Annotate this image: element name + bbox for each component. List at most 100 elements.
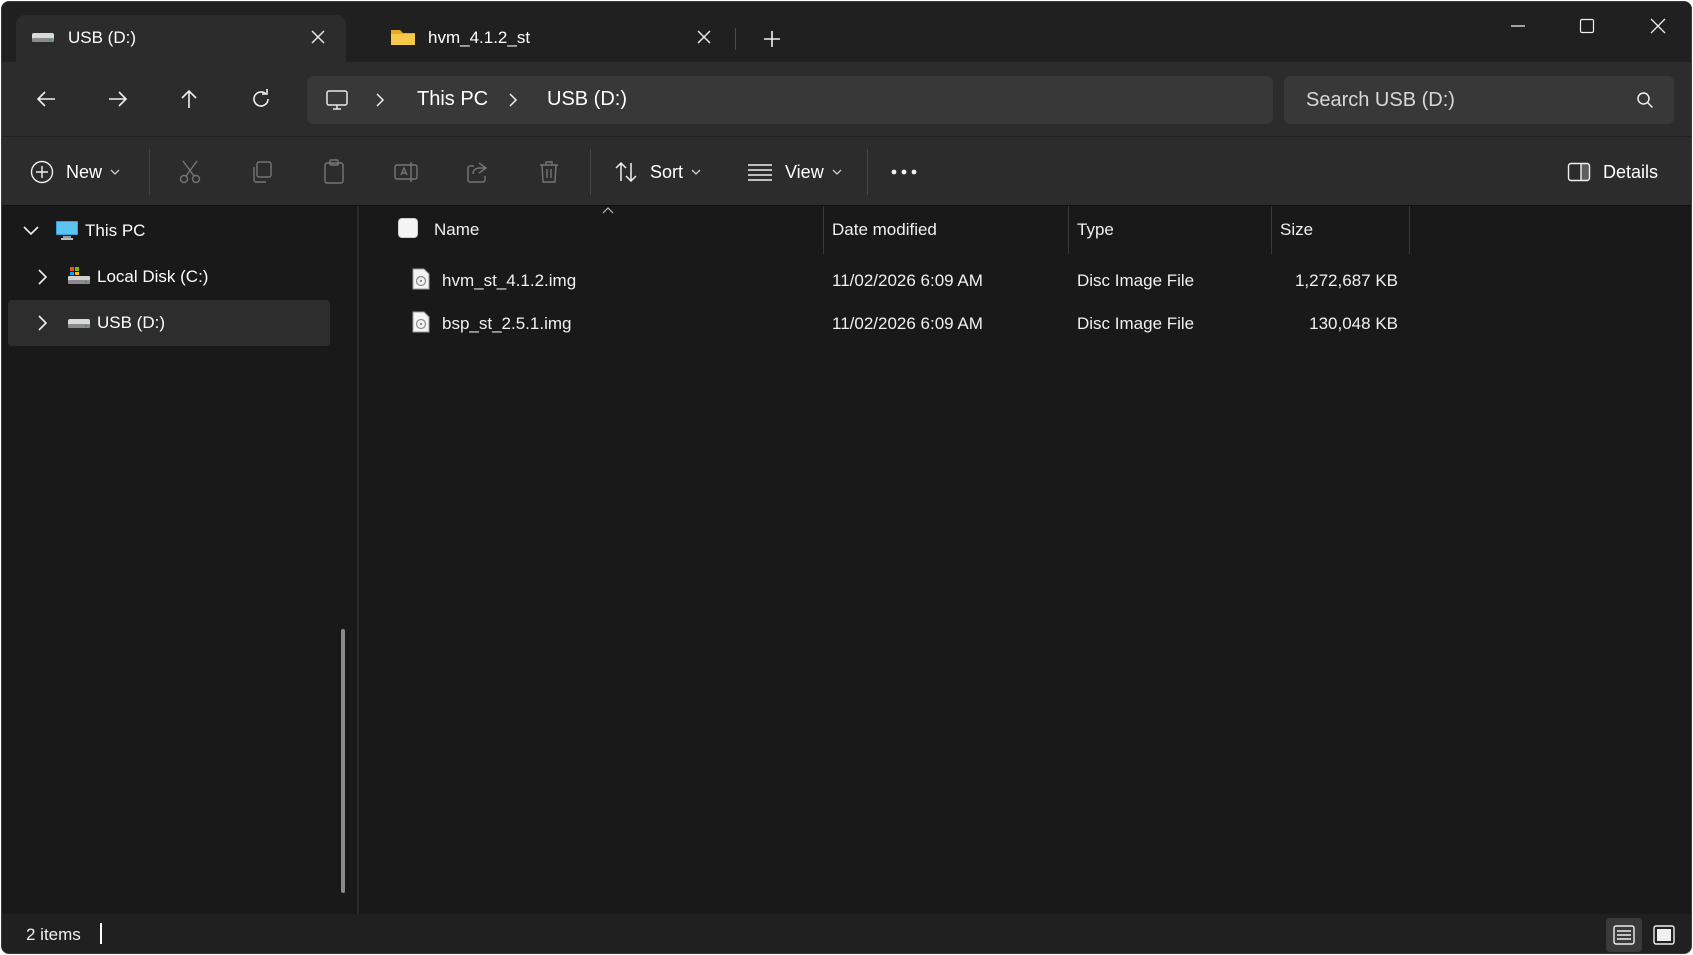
sort-label: Sort xyxy=(650,161,684,182)
arrow-left-icon xyxy=(36,91,55,107)
minimize-icon xyxy=(1511,25,1525,27)
trash-icon xyxy=(540,161,558,183)
column-header-label: Name xyxy=(434,220,480,239)
large-icons-view-button[interactable] xyxy=(1646,918,1682,952)
text-cursor xyxy=(100,923,102,944)
minimize-button[interactable] xyxy=(1489,8,1547,44)
tab-label: hvm_4.1.2_st xyxy=(428,28,531,47)
file-type: Disc Image File xyxy=(1077,314,1195,333)
maximize-button[interactable] xyxy=(1558,8,1616,44)
chevron-right-icon[interactable] xyxy=(34,268,52,286)
file-date: 11/02/2026 6:09 AM xyxy=(832,271,983,290)
chevron-down-icon xyxy=(832,169,842,175)
back-button[interactable] xyxy=(26,79,66,119)
details-label: Details xyxy=(1603,161,1659,182)
sidebar-item-usb-drive[interactable]: USB (D:) xyxy=(8,300,330,346)
chevron-down-icon xyxy=(691,169,701,175)
address-row: This PC USB (D:) xyxy=(2,62,1691,136)
file-date: 11/02/2026 6:09 AM xyxy=(832,314,983,333)
file-type: Disc Image File xyxy=(1077,271,1195,290)
column-header-date[interactable]: Date modified xyxy=(824,206,1068,254)
maximize-icon xyxy=(1579,18,1595,34)
disc-image-file-icon xyxy=(412,268,430,295)
ellipsis-icon xyxy=(891,169,917,175)
search-input[interactable] xyxy=(1306,76,1626,124)
sidebar-item-label: This PC xyxy=(85,221,146,240)
new-label: New xyxy=(66,161,103,182)
column-header-label: Size xyxy=(1280,220,1314,239)
new-tab-button[interactable] xyxy=(755,24,789,54)
chevron-down-icon[interactable] xyxy=(22,222,40,240)
delete-button[interactable] xyxy=(538,152,560,192)
sidebar-item-local-disk[interactable]: Local Disk (C:) xyxy=(8,254,330,300)
details-pane-button[interactable]: Details xyxy=(1567,152,1658,192)
tab-label: USB (D:) xyxy=(68,28,136,47)
chevron-right-icon[interactable] xyxy=(34,314,52,332)
more-options-button[interactable] xyxy=(890,152,918,192)
close-tab-icon[interactable] xyxy=(691,24,717,50)
sidebar-item-label: Local Disk (C:) xyxy=(97,267,209,286)
column-header-type[interactable]: Type xyxy=(1069,206,1271,254)
details-pane-icon xyxy=(1567,162,1591,182)
plus-circle-icon xyxy=(30,160,54,184)
refresh-button[interactable] xyxy=(241,79,281,119)
address-bar[interactable]: This PC USB (D:) xyxy=(307,76,1273,124)
item-count: 2 items xyxy=(26,925,81,944)
arrow-up-icon xyxy=(181,89,197,108)
monitor-icon xyxy=(325,88,349,117)
file-name: bsp_st_2.5.1.img xyxy=(442,314,572,333)
refresh-icon xyxy=(253,89,269,107)
copy-button[interactable] xyxy=(250,152,274,192)
close-tab-icon[interactable] xyxy=(305,24,331,50)
pane-splitter[interactable] xyxy=(357,206,359,914)
column-divider[interactable] xyxy=(1409,206,1410,254)
column-header-name[interactable]: Name xyxy=(360,206,823,254)
column-header-label: Date modified xyxy=(832,220,937,239)
search-icon[interactable] xyxy=(1636,91,1654,114)
file-size: 1,272,687 KB xyxy=(1294,271,1398,290)
toolbar-divider xyxy=(590,149,591,195)
breadcrumb-this-pc[interactable]: This PC xyxy=(417,88,488,111)
sort-button[interactable]: Sort xyxy=(614,152,701,192)
close-icon xyxy=(1650,18,1666,34)
chevron-down-icon xyxy=(110,169,120,175)
file-row[interactable]: bsp_st_2.5.1.img 11/02/2026 6:09 AM Disc… xyxy=(360,304,1691,344)
breadcrumb-usb-drive[interactable]: USB (D:) xyxy=(547,88,627,111)
chevron-right-icon[interactable] xyxy=(503,90,523,110)
close-window-button[interactable] xyxy=(1629,8,1687,44)
rename-icon xyxy=(394,162,418,182)
local-disk-icon xyxy=(67,265,91,292)
view-label: View xyxy=(785,161,824,182)
navigation-pane: This PC Local Disk (C:) USB (D:) xyxy=(2,206,358,914)
tiles-view-icon xyxy=(1653,925,1675,945)
column-header-label: Type xyxy=(1077,220,1114,239)
up-button[interactable] xyxy=(169,79,209,119)
tab-divider xyxy=(735,28,736,50)
new-button[interactable]: New xyxy=(30,152,120,192)
chevron-right-icon[interactable] xyxy=(370,90,390,110)
rename-button[interactable] xyxy=(393,152,419,192)
share-button[interactable] xyxy=(465,152,489,192)
copy-icon xyxy=(253,161,272,183)
cut-button[interactable] xyxy=(178,152,202,192)
file-row[interactable]: hvm_st_4.1.2.img 11/02/2026 6:09 AM Disc… xyxy=(360,261,1691,301)
paste-button[interactable] xyxy=(322,152,346,192)
file-size: 130,048 KB xyxy=(1309,314,1398,333)
file-explorer-window: USB (D:) hvm_4.1.2_st This PC USB (D:) S… xyxy=(1,1,1692,954)
sort-icon xyxy=(615,161,637,183)
monitor-icon xyxy=(55,219,79,246)
tab-hvm-folder[interactable]: hvm_4.1.2_st xyxy=(376,15,728,62)
plus-icon xyxy=(764,31,780,47)
command-bar: New Sort View Details xyxy=(2,136,1691,206)
details-view-button[interactable] xyxy=(1606,918,1642,952)
sidebar-item-this-pc[interactable]: This PC xyxy=(8,208,330,254)
title-bar: USB (D:) hvm_4.1.2_st xyxy=(2,2,1691,62)
view-button[interactable]: View xyxy=(747,152,842,192)
sidebar-scrollbar[interactable] xyxy=(341,629,345,893)
tab-usb-drive[interactable]: USB (D:) xyxy=(16,15,346,62)
toolbar-divider xyxy=(867,149,868,195)
toolbar-divider xyxy=(149,149,150,195)
select-all-checkbox[interactable] xyxy=(398,218,418,238)
column-header-size[interactable]: Size xyxy=(1272,206,1409,254)
forward-button[interactable] xyxy=(98,79,138,119)
